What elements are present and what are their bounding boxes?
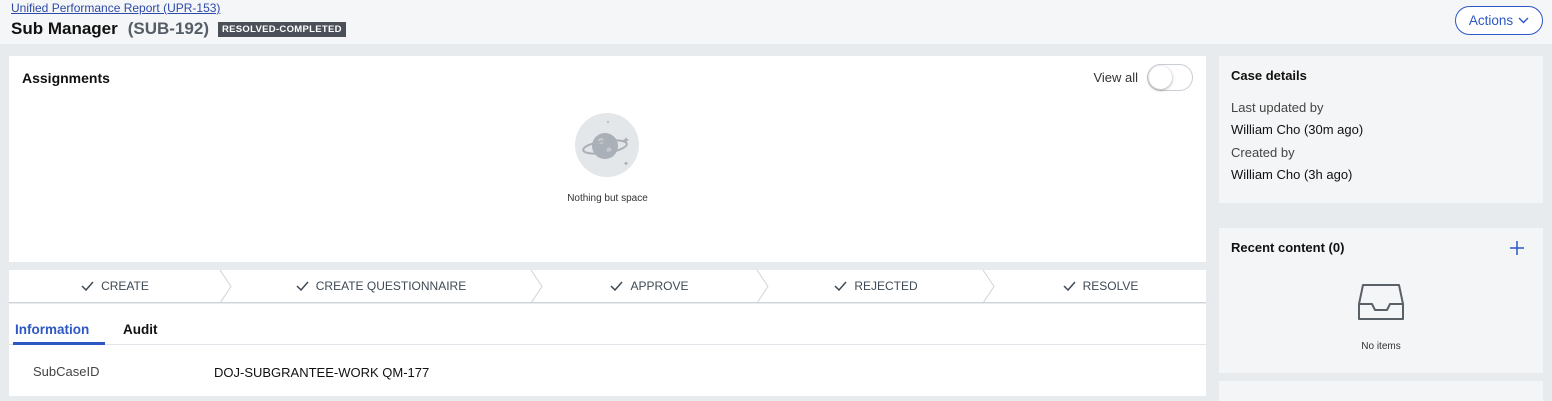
stage-separator [756,270,769,303]
tab-information[interactable]: Information [15,322,89,337]
stage-create[interactable]: CREATE [9,270,221,302]
field-value-subcaseid: DOJ-SUBGRANTEE-WORK QM-177 [214,365,430,380]
page-title: Sub Manager [11,19,118,38]
stage-rejected[interactable]: REJECTED [769,270,983,302]
actions-label: Actions [1468,13,1514,28]
case-header: Unified Performance Report (UPR-153) Sub… [0,0,1552,44]
chevron-down-icon [1518,17,1529,24]
assignments-panel: Assignments View all Nothing but space [9,56,1206,262]
created-by-label: Created by [1231,145,1295,160]
stage-approve[interactable]: APPROVE [542,270,757,302]
actions-button[interactable]: Actions [1455,6,1543,35]
stage-label: CREATE QUESTIONNAIRE [315,279,467,293]
next-panel-partial [1219,381,1543,401]
planet-icon [575,113,639,177]
case-details-heading: Case details [1231,68,1307,83]
field-label-subcaseid: SubCaseID [33,364,100,379]
breadcrumb-parent-link[interactable]: Unified Performance Report (UPR-153) [11,1,220,15]
title-row: Sub Manager (SUB-192) RESOLVED-COMPLETED [11,19,346,39]
stage-bar: CREATE CREATE QUESTIONNAIRE APPROVE REJE… [9,270,1206,303]
check-icon [81,281,94,291]
status-badge: RESOLVED-COMPLETED [218,21,346,37]
stage-separator [982,270,995,303]
active-tab-indicator [13,342,105,345]
check-icon [834,281,847,291]
stage-label: CREATE [101,279,149,293]
tab-audit[interactable]: Audit [123,322,158,337]
assignments-heading: Assignments [22,70,110,86]
plus-icon[interactable] [1509,240,1525,256]
recent-empty-text: No items [1361,341,1401,352]
stage-create-questionnaire[interactable]: CREATE QUESTIONNAIRE [231,270,531,302]
last-updated-label: Last updated by [1231,100,1324,115]
check-icon [1063,281,1076,291]
stage-resolve[interactable]: RESOLVE [995,270,1206,302]
check-icon [296,281,309,291]
stage-label: RESOLVE [1082,279,1139,293]
inbox-tray-icon [1358,284,1404,320]
view-all-label: View all [1093,70,1138,85]
last-updated-value: William Cho (30m ago) [1231,122,1364,137]
toggle-knob [1149,66,1172,89]
recent-content-panel: Recent content (0) No items [1219,228,1543,373]
check-icon [610,281,624,291]
view-all-toggle[interactable] [1147,64,1193,91]
stage-label: APPROVE [630,279,689,293]
case-id: (SUB-192) [127,19,209,38]
created-by-value: William Cho (3h ago) [1231,167,1353,182]
recent-content-title: Recent content (0) [1231,240,1345,255]
tabs-divider [9,344,1206,345]
assignments-empty-text: Nothing but space [567,193,648,204]
view-all-control: View all [1093,64,1193,91]
case-details-panel: Case details Last updated by William Cho… [1219,56,1543,203]
tabs-area: Information Audit SubCaseID DOJ-SUBGRANT… [9,304,1206,396]
stage-label: REJECTED [854,279,918,293]
